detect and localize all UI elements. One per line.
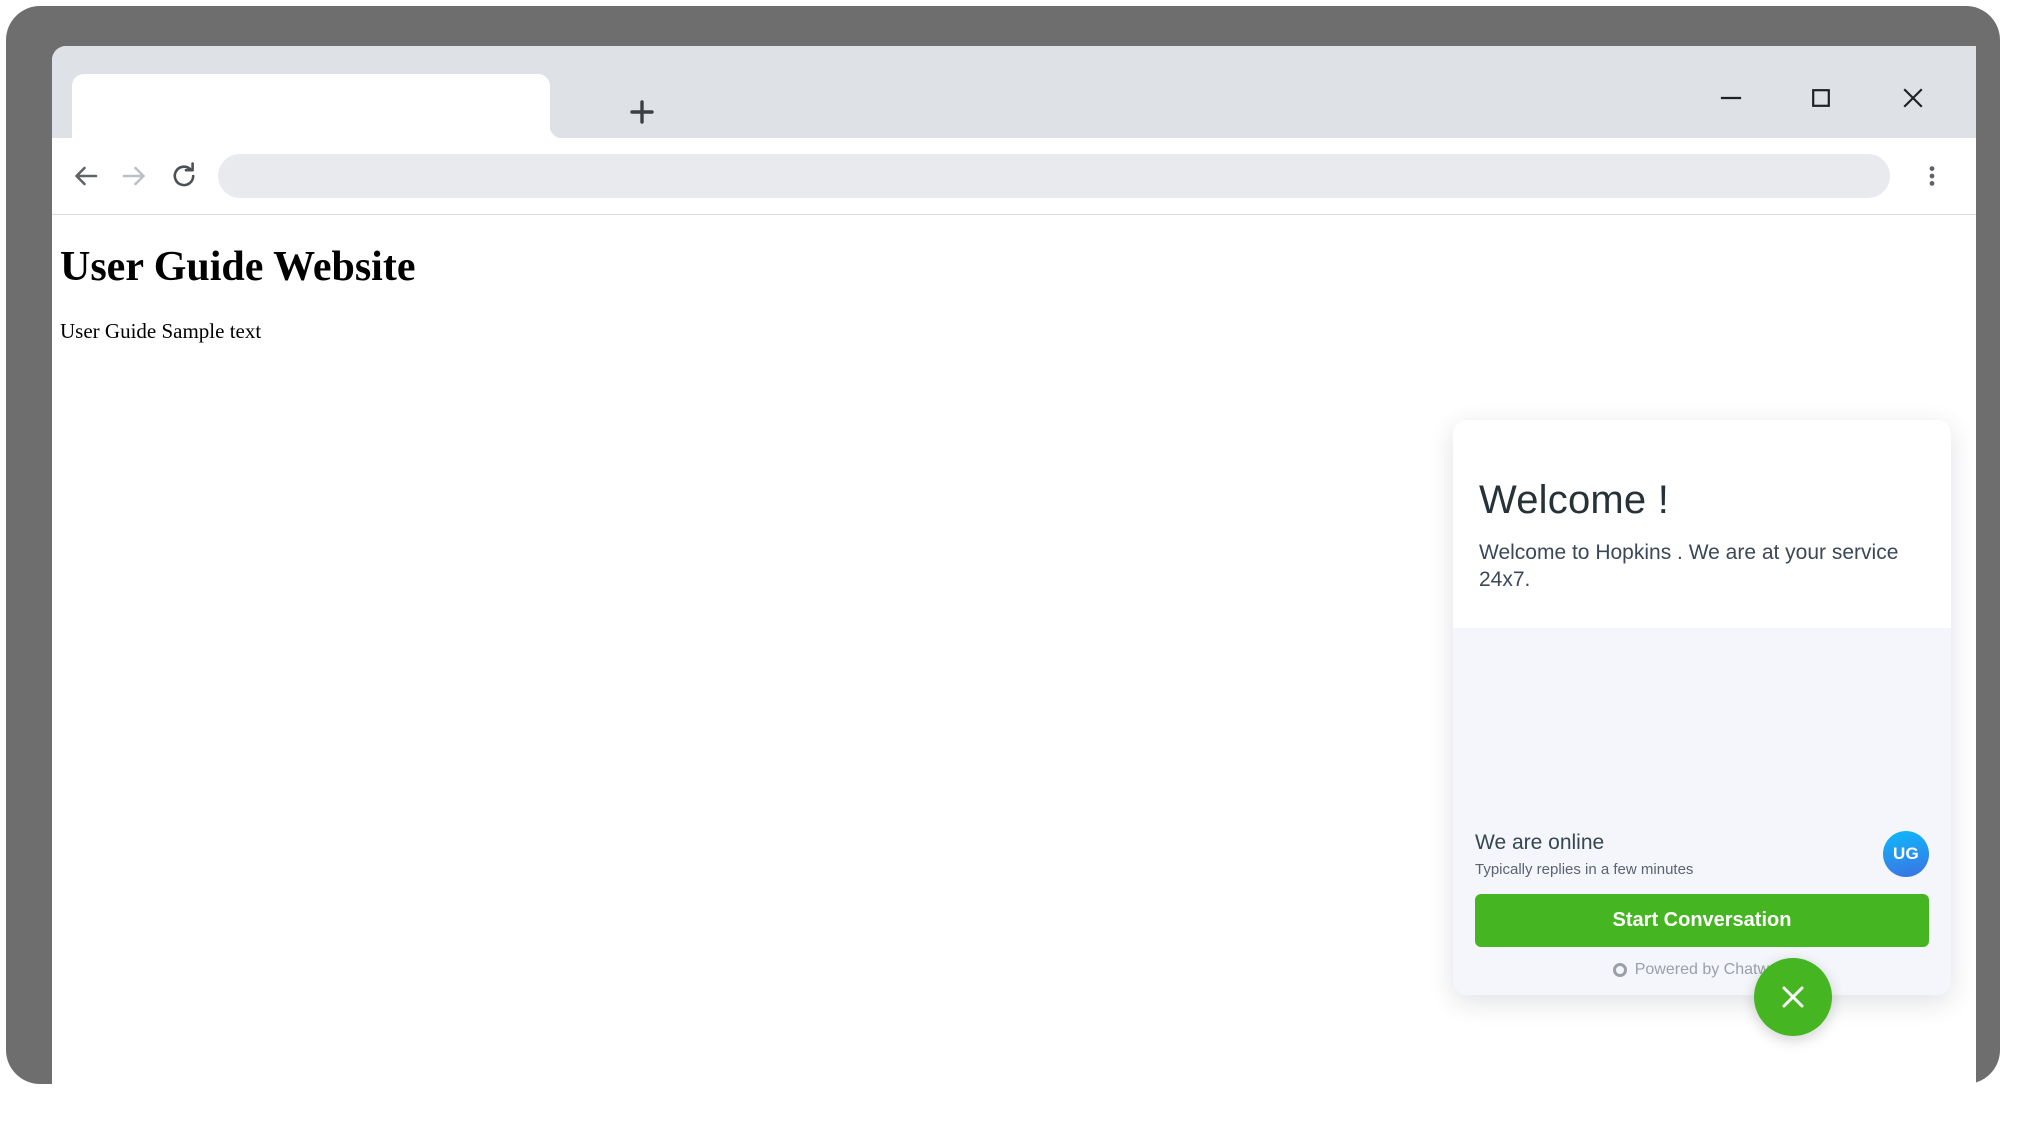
minimize-icon [1720,96,1742,100]
chat-widget-body [1453,627,1951,826]
window-minimize-button[interactable] [1700,74,1762,122]
window-maximize-button[interactable] [1790,74,1852,122]
page-content: User Guide Website User Guide Sample tex… [52,215,1976,1084]
availability-row: We are online Typically replies in a few… [1475,826,1929,894]
browser-menu-button[interactable] [1910,154,1954,198]
browser-tab-active[interactable] [72,74,562,138]
availability-reply-time: Typically replies in a few minutes [1475,860,1694,878]
availability-status: We are online [1475,830,1605,854]
chat-widget-toggle-button[interactable] [1754,958,1832,1036]
three-dots-vertical-icon [1929,166,1935,186]
chatwoot-ring-icon [1612,962,1627,977]
chat-widget-header: Welcome ! Welcome to Hopkins . We are at… [1453,420,1951,628]
availability-text-block: We are online Typically replies in a few… [1475,830,1883,878]
close-icon [1903,88,1923,108]
reload-button[interactable] [160,152,208,200]
start-conversation-button[interactable]: Start Conversation [1475,893,1929,947]
back-button[interactable] [62,152,110,200]
chat-widget-heading: Welcome ! [1479,478,1670,522]
powered-by-row[interactable]: Powered by Chatwoot [1475,947,1929,979]
chat-widget-footer: We are online Typically replies in a few… [1453,825,1951,995]
reload-icon [173,162,195,187]
window-close-button[interactable] [1882,74,1944,122]
page-title: User Guide Website [60,244,416,290]
agent-avatar: UG [1883,830,1929,877]
close-icon [1782,986,1804,1008]
device-frame: User Guide Website User Guide Sample tex… [6,6,2000,1084]
browser-window: User Guide Website User Guide Sample tex… [52,46,1976,1084]
page-paragraph: User Guide Sample text [60,319,262,344]
new-tab-button[interactable] [622,92,662,132]
forward-button[interactable] [110,152,158,200]
address-bar[interactable] [218,154,1890,198]
chat-widget: Welcome ! Welcome to Hopkins . We are at… [1453,420,1951,995]
arrow-right-icon [122,166,145,186]
browser-tab-strip [52,46,1976,138]
chat-widget-subheading: Welcome to Hopkins . We are at your serv… [1479,541,1899,592]
maximize-icon [1812,89,1830,107]
arrow-left-icon [75,166,98,186]
browser-nav-toolbar [52,138,1976,215]
page-text-block: User Guide Website User Guide Sample tex… [52,215,1976,344]
